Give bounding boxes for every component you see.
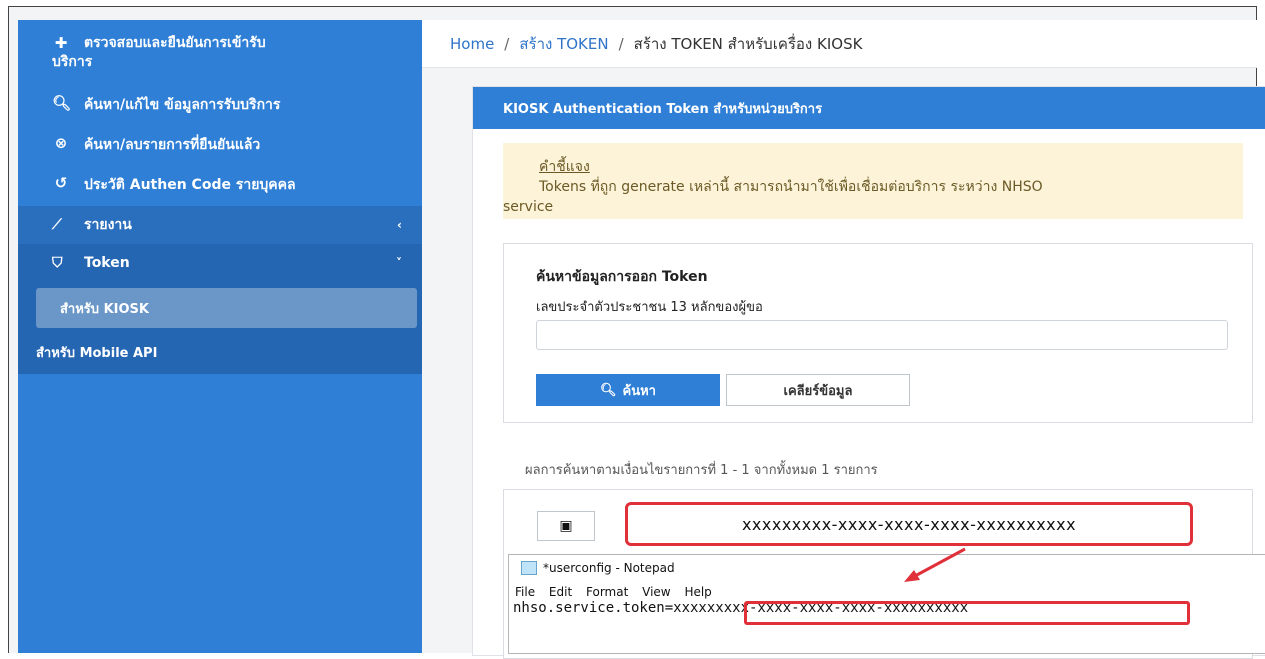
sidebar-item-label: ค้นหา/แก้ไข ข้อมูลการรับบริการ: [84, 97, 281, 113]
sidebar-item-mobile-api[interactable]: สำหรับ Mobile API: [36, 342, 157, 363]
notepad-titlebar: *userconfig - Notepad: [521, 561, 675, 575]
sidebar-item-label: รายงาน: [84, 217, 132, 233]
medical-cross-icon: ✚: [54, 34, 68, 52]
citizen-id-label: เลขประจำตัวประชาชน 13 หลักของผู้ขอ: [536, 300, 763, 315]
search-icon: 🔍︎: [52, 94, 72, 112]
menu-view[interactable]: View: [642, 585, 670, 599]
breadcrumb-current: สร้าง TOKEN สำหรับเครื่อง KIOSK: [633, 34, 863, 53]
sidebar-item-label: ประวัติ Authen Code รายบุคคล: [84, 177, 296, 193]
note-text-line2: service: [503, 199, 554, 215]
sidebar-item-label: ตรวจสอบและยืนยันการเข้ารับ: [84, 35, 266, 51]
breadcrumb-separator: /: [618, 34, 624, 53]
sidebar-item-report[interactable]: ⟋ รายงาน ‹: [18, 206, 422, 244]
history-icon: ↺: [54, 174, 68, 192]
menu-edit[interactable]: Edit: [549, 585, 572, 599]
search-button[interactable]: 🔍︎ ค้นหา: [536, 374, 720, 406]
sidebar-item-kiosk[interactable]: สำหรับ KIOSK: [36, 288, 417, 328]
sidebar-item-search-edit[interactable]: 🔍︎ ค้นหา/แก้ไข ข้อมูลการรับบริการ: [18, 94, 422, 116]
clear-button[interactable]: เคลียร์ข้อมูล: [726, 374, 910, 406]
sidebar-item-verify-service[interactable]: ✚ ตรวจสอบและยืนยันการเข้ารับ บริการ: [18, 34, 422, 72]
breadcrumb: Home / สร้าง TOKEN / สร้าง TOKEN สำหรับเ…: [422, 20, 1257, 68]
cancel-circle-icon: ⊗: [54, 134, 68, 152]
search-button-label: ค้นหา: [622, 382, 656, 398]
breadcrumb-home[interactable]: Home: [450, 35, 494, 53]
chart-icon: ⟋: [52, 217, 62, 233]
note-text: Tokens ที่ถูก generate เหล่านี้ สามารถนำ…: [539, 179, 1043, 195]
menu-help[interactable]: Help: [684, 585, 711, 599]
citizen-id-input[interactable]: [536, 320, 1228, 350]
search-icon: 🔍︎: [600, 382, 617, 397]
note-title: คำชี้แจง: [539, 159, 590, 175]
sidebar-item-token[interactable]: ⛉ Token ˅: [18, 244, 422, 282]
token-value: xxxxxxxxx-xxxx-xxxx-xxxx-xxxxxxxxxx: [625, 502, 1193, 546]
shield-icon: ⛉: [52, 255, 63, 271]
chevron-down-icon: ˅: [396, 256, 402, 270]
sidebar-item-history[interactable]: ↺ ประวัติ Authen Code รายบุคคล: [18, 174, 422, 196]
breadcrumb-create-token[interactable]: สร้าง TOKEN: [519, 32, 608, 56]
sidebar-item-label: ค้นหา/ลบรายการที่ยืนยันแล้ว: [84, 137, 261, 153]
sidebar-item-label-line2: บริการ: [52, 54, 93, 70]
card-header: KIOSK Authentication Token สำหรับหน่วยบร…: [473, 87, 1265, 129]
search-panel: ค้นหาข้อมูลการออก Token เลขประจำตัวประชา…: [503, 243, 1253, 423]
sidebar-item-search-delete[interactable]: ⊗ ค้นหา/ลบรายการที่ยืนยันแล้ว: [18, 134, 422, 156]
search-title: ค้นหาข้อมูลการออก Token: [536, 269, 708, 285]
breadcrumb-separator: /: [504, 34, 510, 53]
info-note: คำชี้แจง Tokens ที่ถูก generate เหล่านี้…: [503, 143, 1243, 219]
clipboard-icon: ▣: [559, 518, 573, 534]
notepad-title: *userconfig - Notepad: [543, 561, 675, 575]
sidebar: ✚ ตรวจสอบและยืนยันการเข้ารับ บริการ 🔍︎ ค…: [18, 20, 422, 653]
result-summary: ผลการค้นหาตามเงื่อนไขรายการที่ 1 - 1 จาก…: [525, 463, 878, 478]
notepad-menubar: File Edit Format View Help: [515, 585, 722, 599]
copy-button[interactable]: ▣: [537, 511, 595, 541]
notepad-icon: [521, 561, 537, 575]
menu-format[interactable]: Format: [586, 585, 628, 599]
sidebar-item-label: Token: [84, 255, 130, 271]
menu-file[interactable]: File: [515, 585, 535, 599]
chevron-left-icon: ‹: [397, 218, 402, 232]
token-highlight-box: [744, 601, 1190, 625]
